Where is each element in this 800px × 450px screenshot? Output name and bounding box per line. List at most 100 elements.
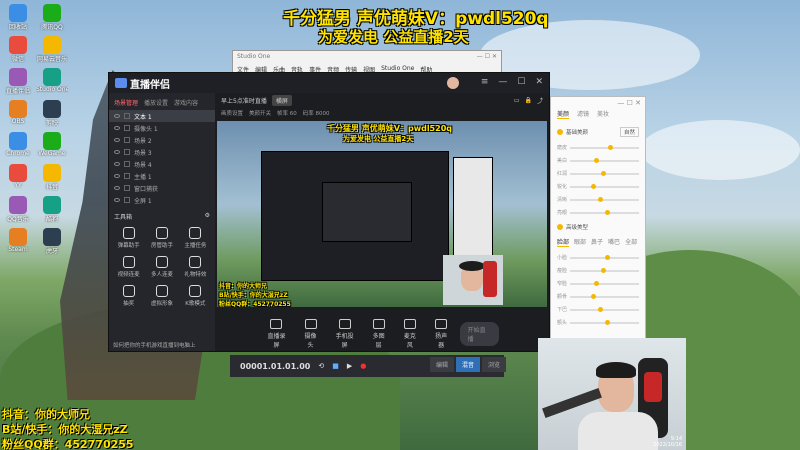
tab-item[interactable]: 播放设置 <box>144 98 168 107</box>
slider-row[interactable]: 小脸 <box>551 251 645 264</box>
slider-row[interactable]: 清晰 <box>551 193 645 206</box>
beauty-tab[interactable]: 美妆 <box>597 109 609 119</box>
app-titlebar[interactable]: 直播伴侣 ≡ — ☐ ✕ <box>109 73 549 93</box>
slider-knob[interactable] <box>604 209 610 215</box>
eye-icon[interactable] <box>114 198 120 202</box>
stop-icon[interactable]: ■ <box>332 362 339 370</box>
maximize-icon[interactable]: ☐ <box>517 77 525 89</box>
slider-track[interactable] <box>570 319 639 325</box>
eye-icon[interactable] <box>114 138 120 142</box>
desktop-icon[interactable]: 直播伴侣 <box>2 68 34 95</box>
slider-knob[interactable] <box>597 196 603 202</box>
desktop-icon[interactable]: 微信 <box>2 36 34 63</box>
desktop-icon[interactable]: WeGame <box>36 132 68 157</box>
close-icon[interactable]: — ☐ ✕ <box>617 99 641 107</box>
bottom-tool-button[interactable]: 扬声器 <box>432 319 449 349</box>
desktop-icon[interactable]: 网易云音乐 <box>36 36 68 63</box>
advanced-shape-toggle[interactable]: 高级美型 <box>551 219 645 235</box>
desktop-icon[interactable]: Studio One <box>36 68 68 93</box>
slider-row[interactable]: 磨皮 <box>551 141 645 154</box>
scene-item[interactable]: 窗口捕获 <box>109 182 215 194</box>
desktop-icon[interactable]: YY <box>2 164 34 189</box>
share-icon[interactable]: ⤴ <box>537 96 543 105</box>
layout-icon[interactable]: ▭ <box>514 97 520 104</box>
close-icon[interactable]: ✕ <box>535 77 543 89</box>
stream-setting[interactable]: 帧率 60 <box>277 109 297 117</box>
eye-icon[interactable] <box>114 114 120 118</box>
toolbox-item[interactable]: K歌模式 <box>179 285 212 307</box>
shape-subtab[interactable]: 脸部 <box>557 237 570 247</box>
slider-row[interactable]: 锐化 <box>551 180 645 193</box>
slider-row[interactable]: 下巴 <box>551 303 645 316</box>
daw-mode-tab[interactable]: 混音 <box>456 357 481 372</box>
desktop-icon[interactable]: Chrome <box>2 132 34 157</box>
slider-knob[interactable] <box>590 183 596 189</box>
scene-item[interactable]: 场景 3 <box>109 146 215 158</box>
scene-item[interactable]: 场景 4 <box>109 158 215 170</box>
shape-subtab[interactable]: 嘴巴 <box>608 237 620 247</box>
slider-track[interactable] <box>570 306 639 312</box>
scene-item[interactable]: 文本 1 <box>109 110 215 122</box>
scene-item[interactable]: 全屏 1 <box>109 194 215 206</box>
stream-title[interactable]: 早上5点准时直播 <box>221 96 267 105</box>
bottom-tool-button[interactable]: 多图层 <box>370 319 387 349</box>
minimize-icon[interactable]: — <box>498 77 507 89</box>
desktop-icon[interactable]: 腾讯QQ <box>36 4 68 31</box>
slider-track[interactable] <box>570 157 639 163</box>
daw-mode-tab[interactable]: 编辑 <box>430 357 455 372</box>
toolbox-item[interactable]: 主播任务 <box>179 227 212 249</box>
toolbox-item[interactable]: 虚拟形象 <box>145 285 178 307</box>
slider-knob[interactable] <box>607 144 613 150</box>
desktop-icon[interactable]: QQ音乐 <box>2 196 34 223</box>
shape-subtab[interactable]: 全部 <box>625 237 637 247</box>
slider-row[interactable]: 亮眼 <box>551 206 645 219</box>
desktop-icon[interactable]: Steam <box>2 228 34 253</box>
record-icon[interactable]: ● <box>360 362 366 370</box>
shape-subtab[interactable]: 眼部 <box>574 237 586 247</box>
slider-track[interactable] <box>570 254 639 260</box>
slider-track[interactable] <box>570 144 639 150</box>
scene-item[interactable]: 场景 2 <box>109 134 215 146</box>
toolbox-item[interactable]: 房管助手 <box>145 227 178 249</box>
slider-row[interactable]: 美白 <box>551 154 645 167</box>
eye-icon[interactable] <box>114 162 120 166</box>
bottom-tool-button[interactable]: 直播录屏 <box>265 319 288 349</box>
desktop-icon[interactable]: 抖音 <box>36 164 68 191</box>
slider-track[interactable] <box>570 183 639 189</box>
lock-icon[interactable]: 🔒 <box>525 97 532 104</box>
slider-knob[interactable] <box>601 267 607 273</box>
desktop-icon[interactable]: 回收站 <box>2 4 34 31</box>
slider-row[interactable]: 额头 <box>551 316 645 329</box>
slider-track[interactable] <box>570 293 639 299</box>
toolbox-item[interactable]: 弹幕助手 <box>112 227 145 249</box>
start-live-button[interactable]: 开始直播 <box>459 322 499 346</box>
eye-icon[interactable] <box>114 150 120 154</box>
tab-item[interactable]: 游戏内容 <box>174 98 198 107</box>
toolbox-item[interactable]: 抽奖 <box>112 285 145 307</box>
slider-knob[interactable] <box>594 280 600 286</box>
stream-setting[interactable]: 美颜开关 <box>249 109 271 117</box>
scene-item[interactable]: 主播 1 <box>109 170 215 182</box>
slider-track[interactable] <box>570 280 639 286</box>
tab-item[interactable]: 场景管理 <box>114 98 138 107</box>
slider-row[interactable]: 窄脸 <box>551 277 645 290</box>
bottom-tool-button[interactable]: 麦克风 <box>401 319 418 349</box>
slider-knob[interactable] <box>597 306 603 312</box>
beauty-tab[interactable]: 滤镜 <box>577 109 589 119</box>
slider-knob[interactable] <box>604 254 610 260</box>
toolbox-item[interactable]: 视频连麦 <box>112 256 145 278</box>
slider-track[interactable] <box>570 209 639 215</box>
slider-track[interactable] <box>570 170 639 176</box>
loop-icon[interactable]: ⟲ <box>318 362 324 370</box>
desktop-icon[interactable]: OBS <box>2 100 34 125</box>
toolbox-item[interactable]: 礼物特效 <box>179 256 212 278</box>
window-controls[interactable]: — ☐ ✕ <box>477 53 497 61</box>
desktop-icon[interactable]: 剪映 <box>36 100 68 127</box>
avatar[interactable] <box>446 77 459 89</box>
settings-icon[interactable]: ⚙ <box>205 212 210 221</box>
slider-knob[interactable] <box>594 157 600 163</box>
live-preview[interactable]: 千分猛男 声优萌妹V：pwdl520q 为爱发电 公益直播2天 抖音：你的大师兄… <box>217 121 547 307</box>
orientation-badge[interactable]: 横屏 <box>271 94 292 106</box>
shape-subtab[interactable]: 鼻子 <box>591 237 603 247</box>
slider-track[interactable] <box>570 267 639 273</box>
